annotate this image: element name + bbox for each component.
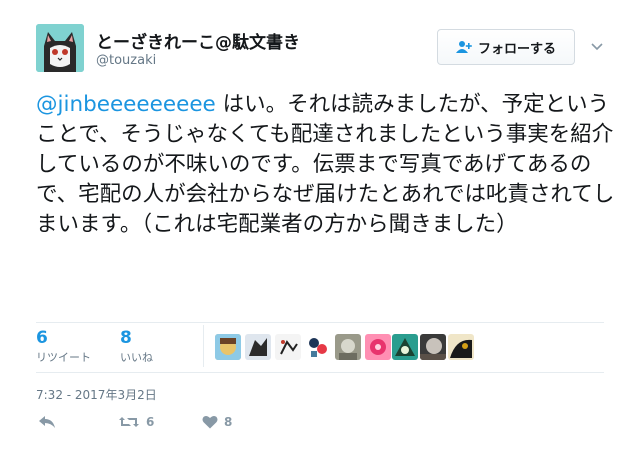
liker-avatar-image bbox=[365, 334, 391, 360]
reply-button[interactable] bbox=[38, 415, 56, 429]
liker-avatar-image bbox=[245, 334, 271, 360]
add-user-icon bbox=[455, 41, 472, 53]
retweet-label[interactable]: リツイート bbox=[36, 349, 91, 365]
like-action-count: 8 bbox=[224, 415, 233, 429]
liker-avatar[interactable] bbox=[420, 334, 446, 360]
liker-avatar[interactable] bbox=[245, 334, 271, 360]
liker-avatar-image bbox=[335, 334, 361, 360]
liker-avatar[interactable] bbox=[215, 334, 241, 360]
retweet-icon bbox=[119, 417, 139, 427]
screen-name[interactable]: @touzaki bbox=[96, 53, 156, 68]
liker-avatar-image bbox=[305, 334, 331, 360]
liker-avatar-image bbox=[392, 334, 418, 360]
retweet-count[interactable]: 6 bbox=[36, 328, 48, 348]
liker-avatar[interactable] bbox=[335, 334, 361, 360]
avatar[interactable] bbox=[36, 24, 84, 72]
liker-avatar[interactable] bbox=[305, 334, 331, 360]
tweet-text: @jinbeeeeeeeee はい。それは読みましたが、予定ということで、そうじ… bbox=[36, 90, 616, 240]
retweet-action-count: 6 bbox=[146, 415, 155, 429]
liker-avatar[interactable] bbox=[448, 334, 474, 360]
heart-icon bbox=[202, 415, 218, 429]
liker-avatar[interactable] bbox=[392, 334, 418, 360]
tweet-timestamp[interactable]: 7:32 - 2017年3月2日 bbox=[36, 386, 157, 403]
like-label[interactable]: いいね bbox=[120, 349, 153, 365]
reply-icon bbox=[39, 416, 55, 428]
stats-bottom-divider bbox=[36, 372, 604, 373]
mention-link[interactable]: @jinbeeeeeeeee bbox=[36, 92, 216, 117]
like-count[interactable]: 8 bbox=[120, 328, 132, 348]
liker-avatar[interactable] bbox=[275, 334, 301, 360]
follow-button[interactable]: フォローする bbox=[437, 29, 575, 65]
cat-avatar-icon bbox=[36, 24, 84, 72]
liker-avatar-image bbox=[215, 334, 241, 360]
liker-avatar-image bbox=[448, 334, 474, 360]
chevron-down-icon[interactable] bbox=[590, 40, 604, 54]
retweet-button[interactable]: 6 bbox=[118, 415, 154, 429]
stats-separator bbox=[203, 325, 204, 367]
follow-button-label: フォローする bbox=[477, 41, 556, 57]
liker-avatar-image bbox=[420, 334, 446, 360]
stats-top-divider bbox=[36, 322, 604, 323]
display-name[interactable]: とーざきれーこ@駄文書き bbox=[96, 28, 300, 53]
liker-avatar[interactable] bbox=[365, 334, 391, 360]
like-button[interactable]: 8 bbox=[202, 415, 232, 429]
liker-avatar-image bbox=[275, 334, 301, 360]
